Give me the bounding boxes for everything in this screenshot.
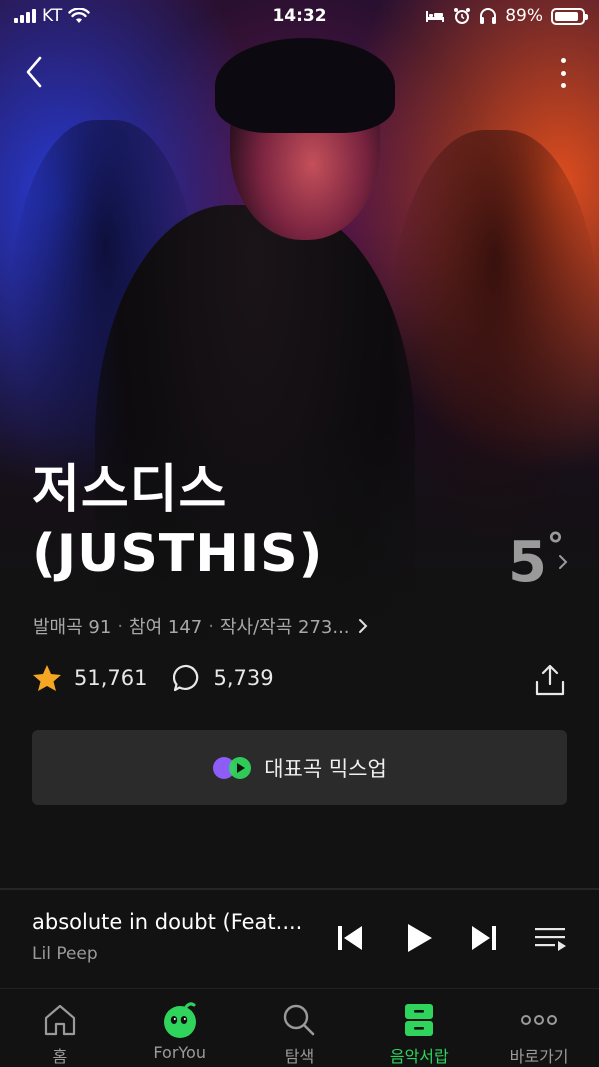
like-button[interactable]: 51,761 bbox=[32, 664, 147, 692]
degree-value: 5 bbox=[508, 530, 547, 595]
chevron-right-icon bbox=[358, 619, 367, 633]
back-button[interactable] bbox=[20, 55, 50, 89]
chevron-right-icon[interactable] bbox=[556, 552, 570, 572]
track-title[interactable]: absolute in doubt (Feat.... bbox=[32, 910, 317, 934]
play-icon[interactable] bbox=[400, 920, 436, 956]
more-dot-icon bbox=[560, 58, 566, 63]
tab-foryou-label: ForYou bbox=[153, 1043, 206, 1062]
tab-shortcuts-label: 바로가기 bbox=[509, 1047, 569, 1066]
meta-separator: · bbox=[117, 615, 124, 637]
mixup-button[interactable]: 대표곡 믹스업 bbox=[32, 730, 567, 805]
meta-separator: · bbox=[208, 615, 214, 637]
hero-person-hair bbox=[215, 38, 395, 133]
comment-count: 5,739 bbox=[213, 666, 274, 690]
sleep-bed-icon bbox=[426, 11, 445, 22]
drawer-icon bbox=[399, 1001, 439, 1039]
track-artist[interactable]: Lil Peep bbox=[32, 944, 98, 964]
status-right: 89% bbox=[425, 6, 588, 26]
comment-button[interactable]: 5,739 bbox=[173, 664, 274, 692]
battery-percent: 89% bbox=[505, 6, 543, 26]
tab-home[interactable]: 홈 bbox=[0, 989, 120, 1067]
playlist-icon[interactable] bbox=[532, 920, 568, 956]
home-icon bbox=[40, 1001, 80, 1039]
next-track-icon[interactable] bbox=[466, 920, 502, 956]
more-options-button[interactable] bbox=[550, 55, 576, 91]
tab-music-drawer-label: 음악서랍 bbox=[389, 1047, 449, 1066]
more-dot-icon bbox=[560, 83, 566, 88]
tab-home-label: 홈 bbox=[52, 1047, 68, 1066]
tab-search-label: 탐색 bbox=[284, 1047, 315, 1066]
released-count: 발매곡 91 bbox=[33, 617, 112, 638]
artist-meta-link[interactable]: 발매곡 91 · 참여 147 · 작사/작곡 273... bbox=[33, 613, 370, 639]
participated-count: 참여 147 bbox=[129, 617, 203, 638]
tab-search[interactable]: 탐색 bbox=[240, 989, 360, 1067]
status-bar: KT 14:32 89% bbox=[0, 0, 599, 34]
search-icon bbox=[279, 1001, 319, 1039]
credits-count: 작사/작곡 273... bbox=[219, 617, 350, 638]
bottom-tab-bar: 홈 ForYou 탐색 음악서랍 바로가기 bbox=[0, 988, 599, 1067]
headphones-icon bbox=[480, 8, 497, 24]
tab-shortcuts[interactable]: 바로가기 bbox=[479, 989, 599, 1067]
chevron-left-icon bbox=[26, 56, 42, 88]
star-icon bbox=[33, 665, 61, 691]
comment-bubble-icon bbox=[173, 664, 199, 692]
artist-name-korean: 저스디스 bbox=[32, 460, 228, 520]
mini-player[interactable]: absolute in doubt (Feat.... Lil Peep bbox=[0, 890, 599, 988]
previous-track-icon[interactable] bbox=[332, 920, 368, 956]
artist-name: 저스디스 (JUSTHIS) bbox=[32, 458, 323, 586]
share-button[interactable] bbox=[532, 662, 568, 698]
tab-music-drawer[interactable]: 음악서랍 bbox=[359, 989, 479, 1067]
artist-name-english: (JUSTHIS) bbox=[32, 524, 324, 584]
mixup-label: 대표곡 믹스업 bbox=[264, 756, 387, 781]
tab-foryou[interactable]: ForYou bbox=[120, 989, 240, 1067]
alarm-icon bbox=[454, 8, 471, 24]
more-dot-icon bbox=[560, 70, 566, 76]
battery-icon bbox=[551, 7, 588, 25]
like-count: 51,761 bbox=[74, 666, 148, 690]
mixup-icon bbox=[213, 756, 252, 779]
share-icon bbox=[535, 664, 565, 696]
more-horizontal-icon bbox=[519, 1001, 559, 1039]
foryou-icon bbox=[160, 1001, 200, 1039]
artist-stats: 51,761 5,739 bbox=[32, 664, 300, 692]
